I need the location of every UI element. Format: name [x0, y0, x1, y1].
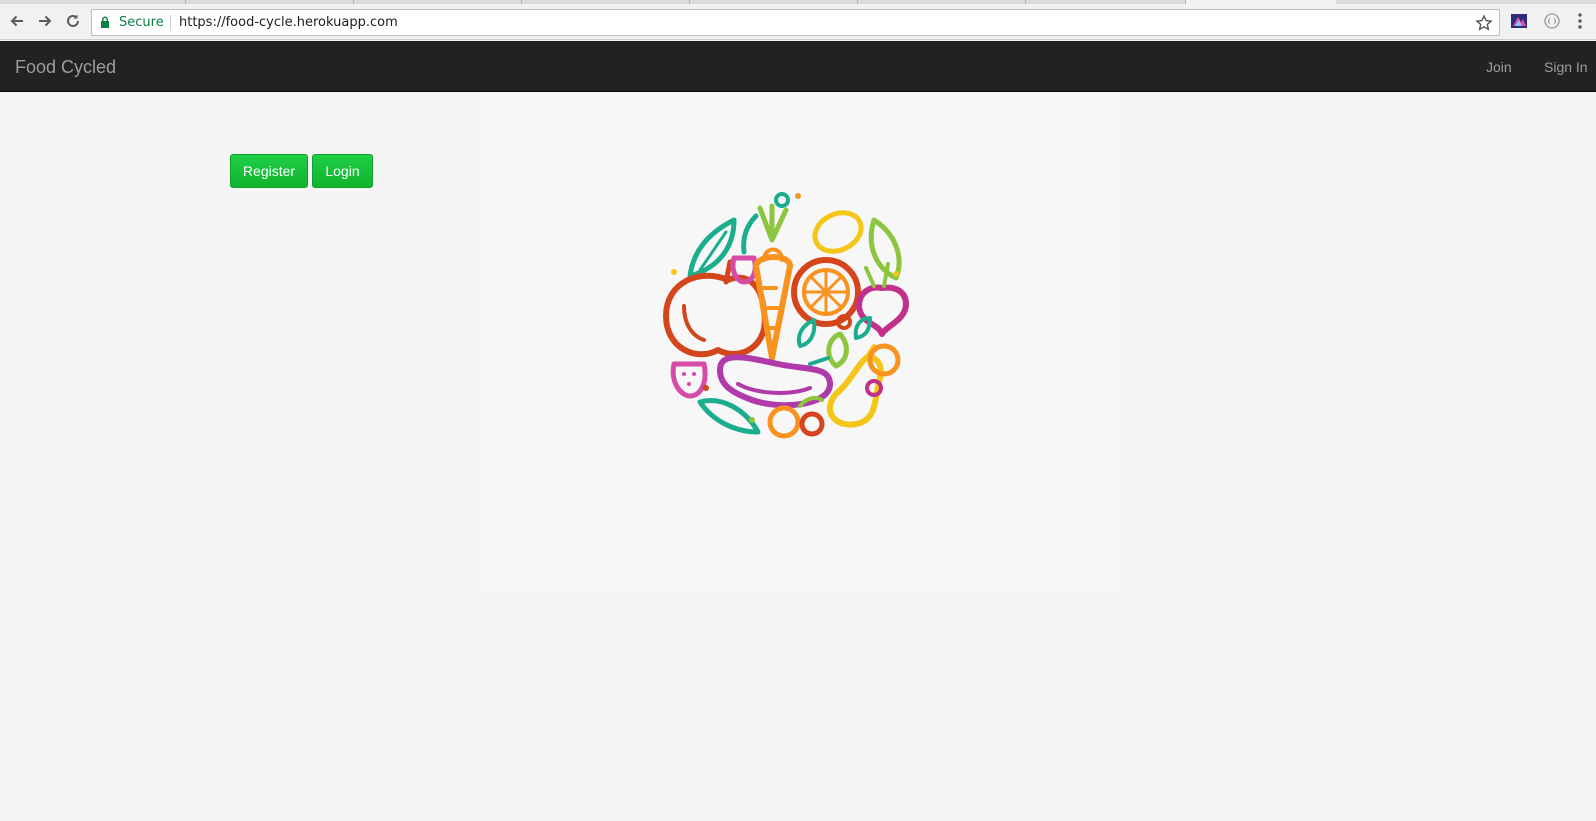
nav-sign-in-link[interactable]: Sign In: [1544, 59, 1588, 75]
extension-icon[interactable]: [1543, 12, 1561, 30]
forward-arrow-icon[interactable]: [34, 10, 56, 32]
browser-tab[interactable]: [690, 0, 858, 4]
tab-strip: [0, 0, 1596, 4]
browser-tab[interactable]: [522, 0, 690, 4]
back-arrow-icon[interactable]: [6, 10, 28, 32]
star-icon[interactable]: [1475, 14, 1493, 32]
browser-tab[interactable]: [354, 0, 522, 4]
site-navbar: Food Cycled Join Sign In: [0, 41, 1596, 92]
browser-tab[interactable]: [0, 0, 186, 4]
reload-icon[interactable]: [62, 10, 84, 32]
login-button[interactable]: Login: [312, 154, 373, 188]
browser-tab[interactable]: [858, 0, 1026, 4]
register-button[interactable]: Register: [230, 154, 308, 188]
address-separator: [170, 15, 171, 31]
browser-tab[interactable]: [186, 0, 354, 4]
address-bar[interactable]: Secure https://food-cycle.herokuapp.com: [91, 9, 1500, 36]
brand-link[interactable]: Food Cycled: [15, 57, 116, 78]
lock-icon: [101, 16, 109, 28]
browser-tab-active[interactable]: [1186, 0, 1336, 4]
secure-label: Secure: [119, 15, 164, 30]
chrome-menu-icon[interactable]: [1575, 12, 1585, 30]
produce-logo: [663, 192, 909, 439]
extension-icon[interactable]: [1510, 12, 1528, 30]
nav-join-link[interactable]: Join: [1486, 59, 1512, 75]
url-text[interactable]: https://food-cycle.herokuapp.com: [179, 15, 398, 30]
browser-chrome: Secure https://food-cycle.herokuapp.com: [0, 0, 1596, 40]
browser-tab[interactable]: [1026, 0, 1186, 4]
